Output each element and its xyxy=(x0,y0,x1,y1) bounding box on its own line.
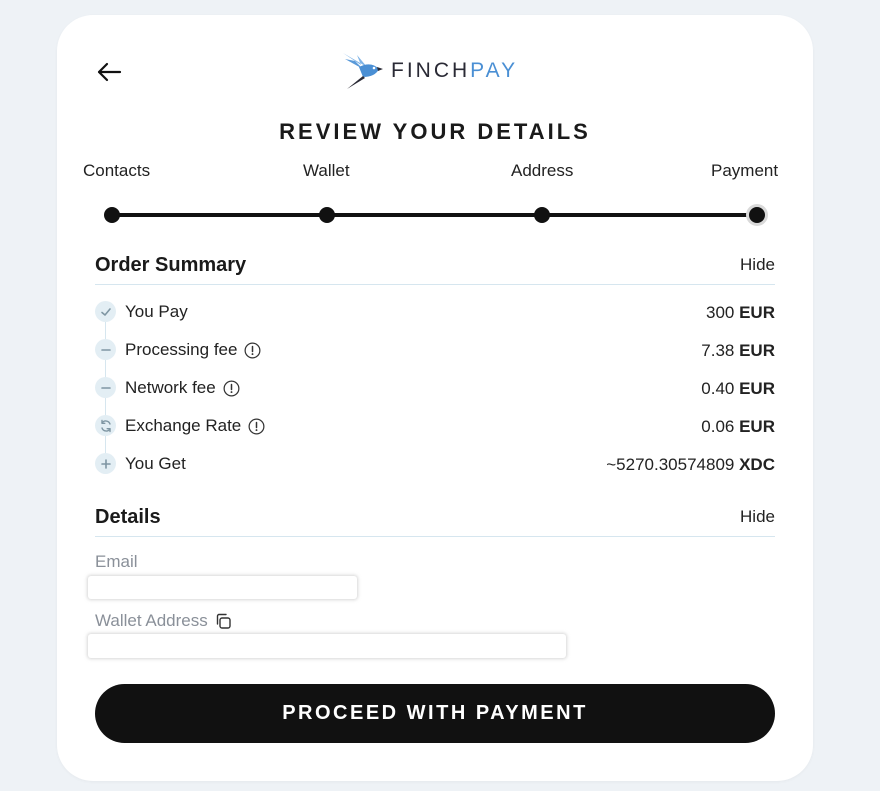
summary-row-value: ~5270.30574809 XDC xyxy=(606,455,775,474)
step-label-address: Address xyxy=(511,161,574,180)
proceed-with-payment-button[interactable]: PROCEED WITH PAYMENT xyxy=(95,684,775,743)
summary-row-value: 0.06 EUR xyxy=(701,417,775,436)
summary-row-you-pay: You Pay 300 EUR xyxy=(95,301,775,325)
summary-row-label-wrap: Network fee xyxy=(125,378,240,398)
summary-row-you-get: You Get ~5270.30574809 XDC xyxy=(95,453,775,477)
exchange-icon xyxy=(95,415,116,436)
finch-bird-icon xyxy=(343,53,383,89)
logo-text-pay: PAY xyxy=(470,59,519,82)
wallet-address-label-wrap: Wallet Address xyxy=(95,611,232,631)
summary-row-value: 300 EUR xyxy=(705,303,775,322)
step-dot-wallet[interactable] xyxy=(319,207,335,223)
check-icon xyxy=(95,301,116,322)
order-summary-hide-toggle[interactable]: Hide xyxy=(740,255,775,275)
order-summary-header: Order Summary Hide xyxy=(95,254,775,285)
order-summary-title: Order Summary xyxy=(95,254,247,276)
details-hide-toggle[interactable]: Hide xyxy=(740,507,775,527)
step-dot-contacts[interactable] xyxy=(104,207,120,223)
step-dot-address[interactable] xyxy=(534,207,550,223)
email-value-redacted xyxy=(88,576,357,599)
wallet-address-value-redacted xyxy=(88,634,566,658)
copy-icon[interactable] xyxy=(214,612,232,630)
summary-row-label: You Get xyxy=(125,454,186,473)
minus-icon xyxy=(95,377,116,398)
step-label-contacts: Contacts xyxy=(83,161,151,180)
stepper-labels: Contacts Wallet Address Payment xyxy=(0,161,880,183)
summary-row-label: Network fee xyxy=(125,378,216,397)
summary-row-value: 7.38 EUR xyxy=(701,341,775,360)
email-label: Email xyxy=(95,552,138,571)
wallet-address-label: Wallet Address xyxy=(95,611,208,630)
stepper-progress-line xyxy=(111,213,758,217)
info-icon[interactable] xyxy=(244,342,261,359)
details-header: Details Hide xyxy=(95,506,775,537)
summary-row-network-fee: Network fee 0.40 EUR xyxy=(95,377,775,401)
summary-row-label: Processing fee xyxy=(125,340,238,359)
back-button[interactable] xyxy=(95,60,123,84)
summary-row-value: 0.40 EUR xyxy=(701,379,775,398)
step-dot-payment[interactable] xyxy=(749,207,765,223)
summary-row-processing-fee: Processing fee 7.38 EUR xyxy=(95,339,775,363)
finchpay-logo: FINCHPAY xyxy=(341,49,518,93)
summary-row-label: Exchange Rate xyxy=(125,416,242,435)
step-label-wallet: Wallet xyxy=(303,161,350,180)
summary-row-label-wrap: Exchange Rate xyxy=(125,416,265,436)
summary-row-label: You Pay xyxy=(125,302,188,321)
logo-text-finch: FINCH xyxy=(391,59,471,82)
arrow-left-icon xyxy=(97,62,122,82)
page-title: REVIEW YOUR DETAILS xyxy=(279,119,591,144)
plus-icon xyxy=(95,453,116,474)
info-icon[interactable] xyxy=(248,418,265,435)
step-label-payment: Payment xyxy=(711,161,779,180)
minus-icon xyxy=(95,339,116,360)
details-title: Details xyxy=(95,506,161,528)
info-icon[interactable] xyxy=(223,380,240,397)
summary-row-exchange-rate: Exchange Rate 0.06 EUR xyxy=(95,415,775,439)
summary-row-label-wrap: Processing fee xyxy=(125,340,261,360)
